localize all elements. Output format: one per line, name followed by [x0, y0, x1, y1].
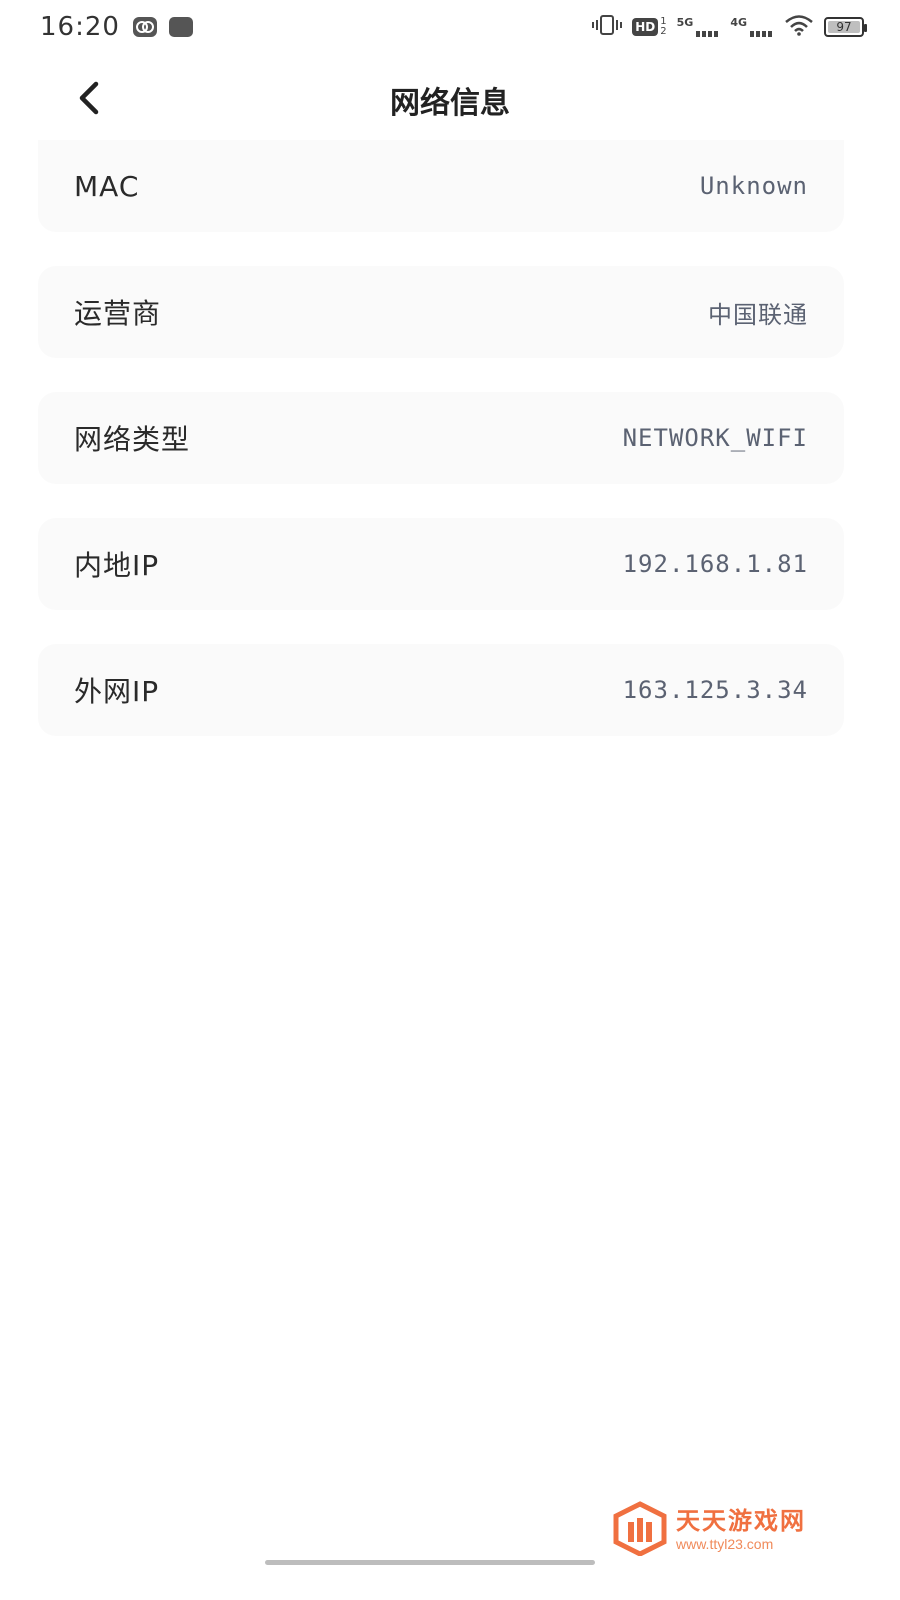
watermark: 天天游戏网 www.ttyl23.com — [612, 1500, 842, 1560]
info-value: 中国联通 — [708, 300, 808, 329]
network-info-list: MAC Unknown 运营商 中国联通 网络类型 NETWORK_WIFI 内… — [38, 140, 844, 770]
info-row-local-ip: 内地IP 192.168.1.81 — [38, 518, 844, 610]
vibrate-icon — [592, 14, 623, 40]
battery-level: 97 — [828, 21, 860, 33]
info-row-network-type: 网络类型 NETWORK_WIFI — [38, 392, 844, 484]
info-label: 内地IP — [74, 549, 160, 582]
status-left-icons — [132, 16, 194, 42]
status-right-icons: HD 1 2 5G 4G 97 — [592, 14, 867, 40]
home-indicator[interactable] — [265, 1560, 595, 1565]
wifi-icon — [784, 14, 814, 40]
hd-voice-icon: HD 1 2 — [632, 17, 667, 37]
battery-icon: 97 — [824, 17, 867, 37]
watermark-logo-icon — [612, 1500, 668, 1560]
header: 网络信息 — [0, 60, 900, 140]
info-row-mac: MAC Unknown — [38, 140, 844, 232]
info-value: 163.125.3.34 — [622, 676, 808, 704]
info-label: 网络类型 — [74, 423, 191, 456]
status-bar: 16:20 HD 1 2 5G 4G 97 — [0, 0, 900, 60]
watermark-title: 天天游戏网 — [676, 1507, 806, 1535]
info-value: 192.168.1.81 — [622, 550, 808, 578]
app-notification-icon — [132, 16, 158, 42]
message-notification-icon — [168, 16, 194, 42]
watermark-text: 天天游戏网 www.ttyl23.com — [676, 1509, 806, 1551]
info-value: NETWORK_WIFI — [622, 424, 808, 452]
info-label: 运营商 — [74, 297, 162, 330]
page-title: 网络信息 — [390, 86, 510, 121]
info-label: MAC — [74, 169, 140, 203]
info-label: 外网IP — [74, 675, 160, 708]
info-row-public-ip: 外网IP 163.125.3.34 — [38, 644, 844, 736]
signal-4g-icon: 4G — [730, 16, 774, 38]
info-value: Unknown — [699, 172, 808, 200]
info-row-carrier: 运营商 中国联通 — [38, 266, 844, 358]
status-time: 16:20 — [40, 12, 120, 42]
watermark-url: www.ttyl23.com — [676, 1536, 774, 1552]
signal-5g-icon: 5G — [677, 16, 721, 38]
